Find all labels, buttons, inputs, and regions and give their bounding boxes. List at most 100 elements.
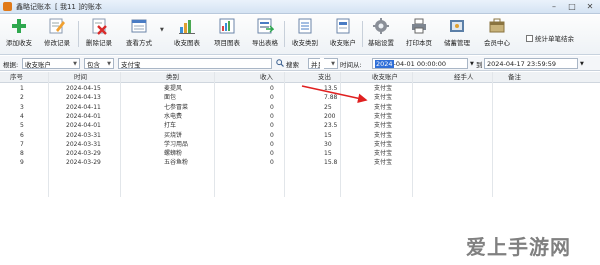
view-mode-button[interactable]: 查看方式 (120, 17, 158, 53)
cell-time: 2024-04-11 (66, 103, 101, 111)
close-icon[interactable]: ✕ (582, 1, 598, 12)
toolbar-separator (284, 21, 285, 47)
project-chart-button[interactable]: 项目图表 (208, 17, 246, 53)
date-from-rest: -04-01 00:00:00 (393, 59, 447, 68)
edit-record-button[interactable]: 修改记录 (38, 17, 76, 53)
cell-income: 0 (270, 131, 274, 139)
cell-category: 五谷鱼粉 (164, 159, 189, 167)
print-page-button[interactable]: 打印本页 (400, 17, 438, 53)
spacer (320, 58, 324, 69)
view-mode-dropdown-icon[interactable]: ▼ (160, 27, 164, 33)
col-header-category[interactable]: 类别 (166, 72, 179, 83)
cell-index: 9 (20, 159, 24, 167)
cell-expense: 15 (324, 131, 332, 139)
cell-income: 0 (270, 112, 274, 120)
project-chart-label: 项目图表 (214, 39, 240, 47)
delete-record-button[interactable]: 删除记录 (80, 17, 118, 53)
cell-time: 2024-04-01 (66, 122, 101, 130)
cell-category: 打车 (164, 122, 177, 130)
cell-expense: 30 (324, 140, 332, 148)
date-from-input[interactable]: 2024 -04-01 00:00:00 (372, 58, 468, 69)
keyword-input[interactable]: 支付宝 (118, 58, 272, 69)
member-center-button[interactable]: 会员中心 (478, 17, 516, 53)
single-balance-label: 统计单笔结余 (535, 35, 574, 43)
cell-index: 1 (20, 85, 24, 92)
category-icon (296, 17, 314, 35)
table-row[interactable]: 9 2024-03-29 五谷鱼粉 0 15.8 支付宝 (0, 158, 600, 167)
category-button[interactable]: 收支类别 (286, 17, 324, 53)
app-title: 鑫略记账本 (16, 2, 51, 11)
document-title: [ 我11 ]的账本 (55, 2, 102, 11)
account-button[interactable]: 收支账户 (324, 17, 362, 53)
export-table-button[interactable]: 导出表格 (246, 17, 284, 53)
date-from-year-selected: 2024 (375, 59, 394, 68)
date-to-input[interactable]: 2024-04-17 23:59:59 (484, 58, 578, 69)
table-row[interactable]: 6 2024-03-31 买烧饼 0 15 支付宝 (0, 131, 600, 140)
project-chart-icon (218, 17, 236, 35)
window-controls: – □ ✕ (546, 1, 598, 12)
cell-income: 0 (270, 150, 274, 158)
account-label: 收支账户 (330, 39, 356, 47)
print-page-label: 打印本页 (406, 39, 432, 47)
date-to-dropdown-icon[interactable]: ▼ (580, 58, 584, 69)
col-header-income[interactable]: 收入 (260, 72, 273, 83)
search-icon (276, 58, 284, 69)
settings-icon (372, 17, 390, 35)
search-button[interactable]: 搜索 (276, 58, 299, 69)
savings-icon (448, 17, 466, 35)
table-row[interactable]: 4 2024-04-01 水电费 0 200 支付宝 (0, 112, 600, 121)
watermark-text: 爱上手游网 (466, 234, 571, 259)
table-row[interactable]: 8 2024-03-29 螺蛳粉 0 15 支付宝 (0, 149, 600, 158)
toolbar-separator (78, 21, 79, 47)
cell-account: 支付宝 (374, 131, 393, 139)
cell-time: 2024-03-29 (66, 150, 101, 158)
category-label: 收支类别 (292, 39, 318, 47)
col-header-index[interactable]: 序号 (10, 72, 23, 83)
date-to-value: 2024-04-17 23:59:59 (487, 59, 557, 68)
table-row[interactable]: 7 2024-03-31 学习用品 0 30 支付宝 (0, 140, 600, 149)
cell-income: 0 (270, 85, 274, 92)
app-logo-icon (3, 2, 12, 11)
settings-button[interactable]: 基础设置 (362, 17, 400, 53)
cell-index: 8 (20, 150, 24, 158)
cell-income: 0 (270, 94, 274, 102)
cell-category: 学习用品 (164, 140, 189, 148)
minimize-icon[interactable]: – (546, 1, 562, 12)
col-header-handler[interactable]: 经手人 (454, 72, 474, 83)
filter-operator-value: 包含 (87, 60, 100, 69)
date-from-dropdown-icon[interactable]: ▼ (470, 58, 474, 69)
cell-account: 支付宝 (374, 150, 393, 158)
cell-category: 七参冒菜 (164, 103, 189, 111)
cell-account: 支付宝 (374, 112, 393, 120)
filter-field-select[interactable]: 收支账户 ▼ (22, 58, 80, 69)
table-row[interactable]: 5 2024-04-01 打车 0 23.5 支付宝 (0, 121, 600, 130)
single-balance-checkbox[interactable]: 统计单笔结余 (526, 33, 574, 43)
settings-label: 基础设置 (368, 39, 394, 47)
cell-category: 买烧饼 (164, 131, 183, 139)
filter-bar: 根据: 收支账户 ▼ 包含 ▼ 支付宝 搜索 并且 ▼ 时间从: 2024 -0… (0, 56, 600, 71)
maximize-icon[interactable]: □ (564, 1, 580, 12)
red-arrow-annotation (301, 85, 368, 103)
cell-time: 2024-03-31 (66, 131, 101, 139)
filter-operator-select[interactable]: 包含 ▼ (84, 58, 114, 69)
income-expense-chart-button[interactable]: 收支图表 (168, 17, 206, 53)
cell-time: 2024-04-15 (66, 85, 101, 92)
export-table-label: 导出表格 (252, 39, 278, 47)
cell-index: 3 (20, 103, 24, 111)
member-icon (488, 17, 506, 35)
col-header-notes[interactable]: 备注 (508, 72, 521, 83)
cell-time: 2024-04-01 (66, 112, 101, 120)
cell-income: 0 (270, 140, 274, 148)
cell-income: 0 (270, 103, 274, 111)
time-from-label: 时间从: (340, 60, 362, 69)
cell-category: 麦提风 (164, 85, 183, 92)
add-record-label: 添加收支 (6, 39, 32, 47)
cell-category: 面包 (164, 94, 177, 102)
cell-income: 0 (270, 122, 274, 130)
savings-button[interactable]: 储蓄管理 (438, 17, 476, 53)
cell-index: 7 (20, 140, 24, 148)
col-header-time[interactable]: 时间 (74, 72, 87, 83)
add-record-button[interactable]: 添加收支 (0, 17, 38, 53)
checkbox-box[interactable] (526, 34, 533, 42)
cell-index: 6 (20, 131, 24, 139)
